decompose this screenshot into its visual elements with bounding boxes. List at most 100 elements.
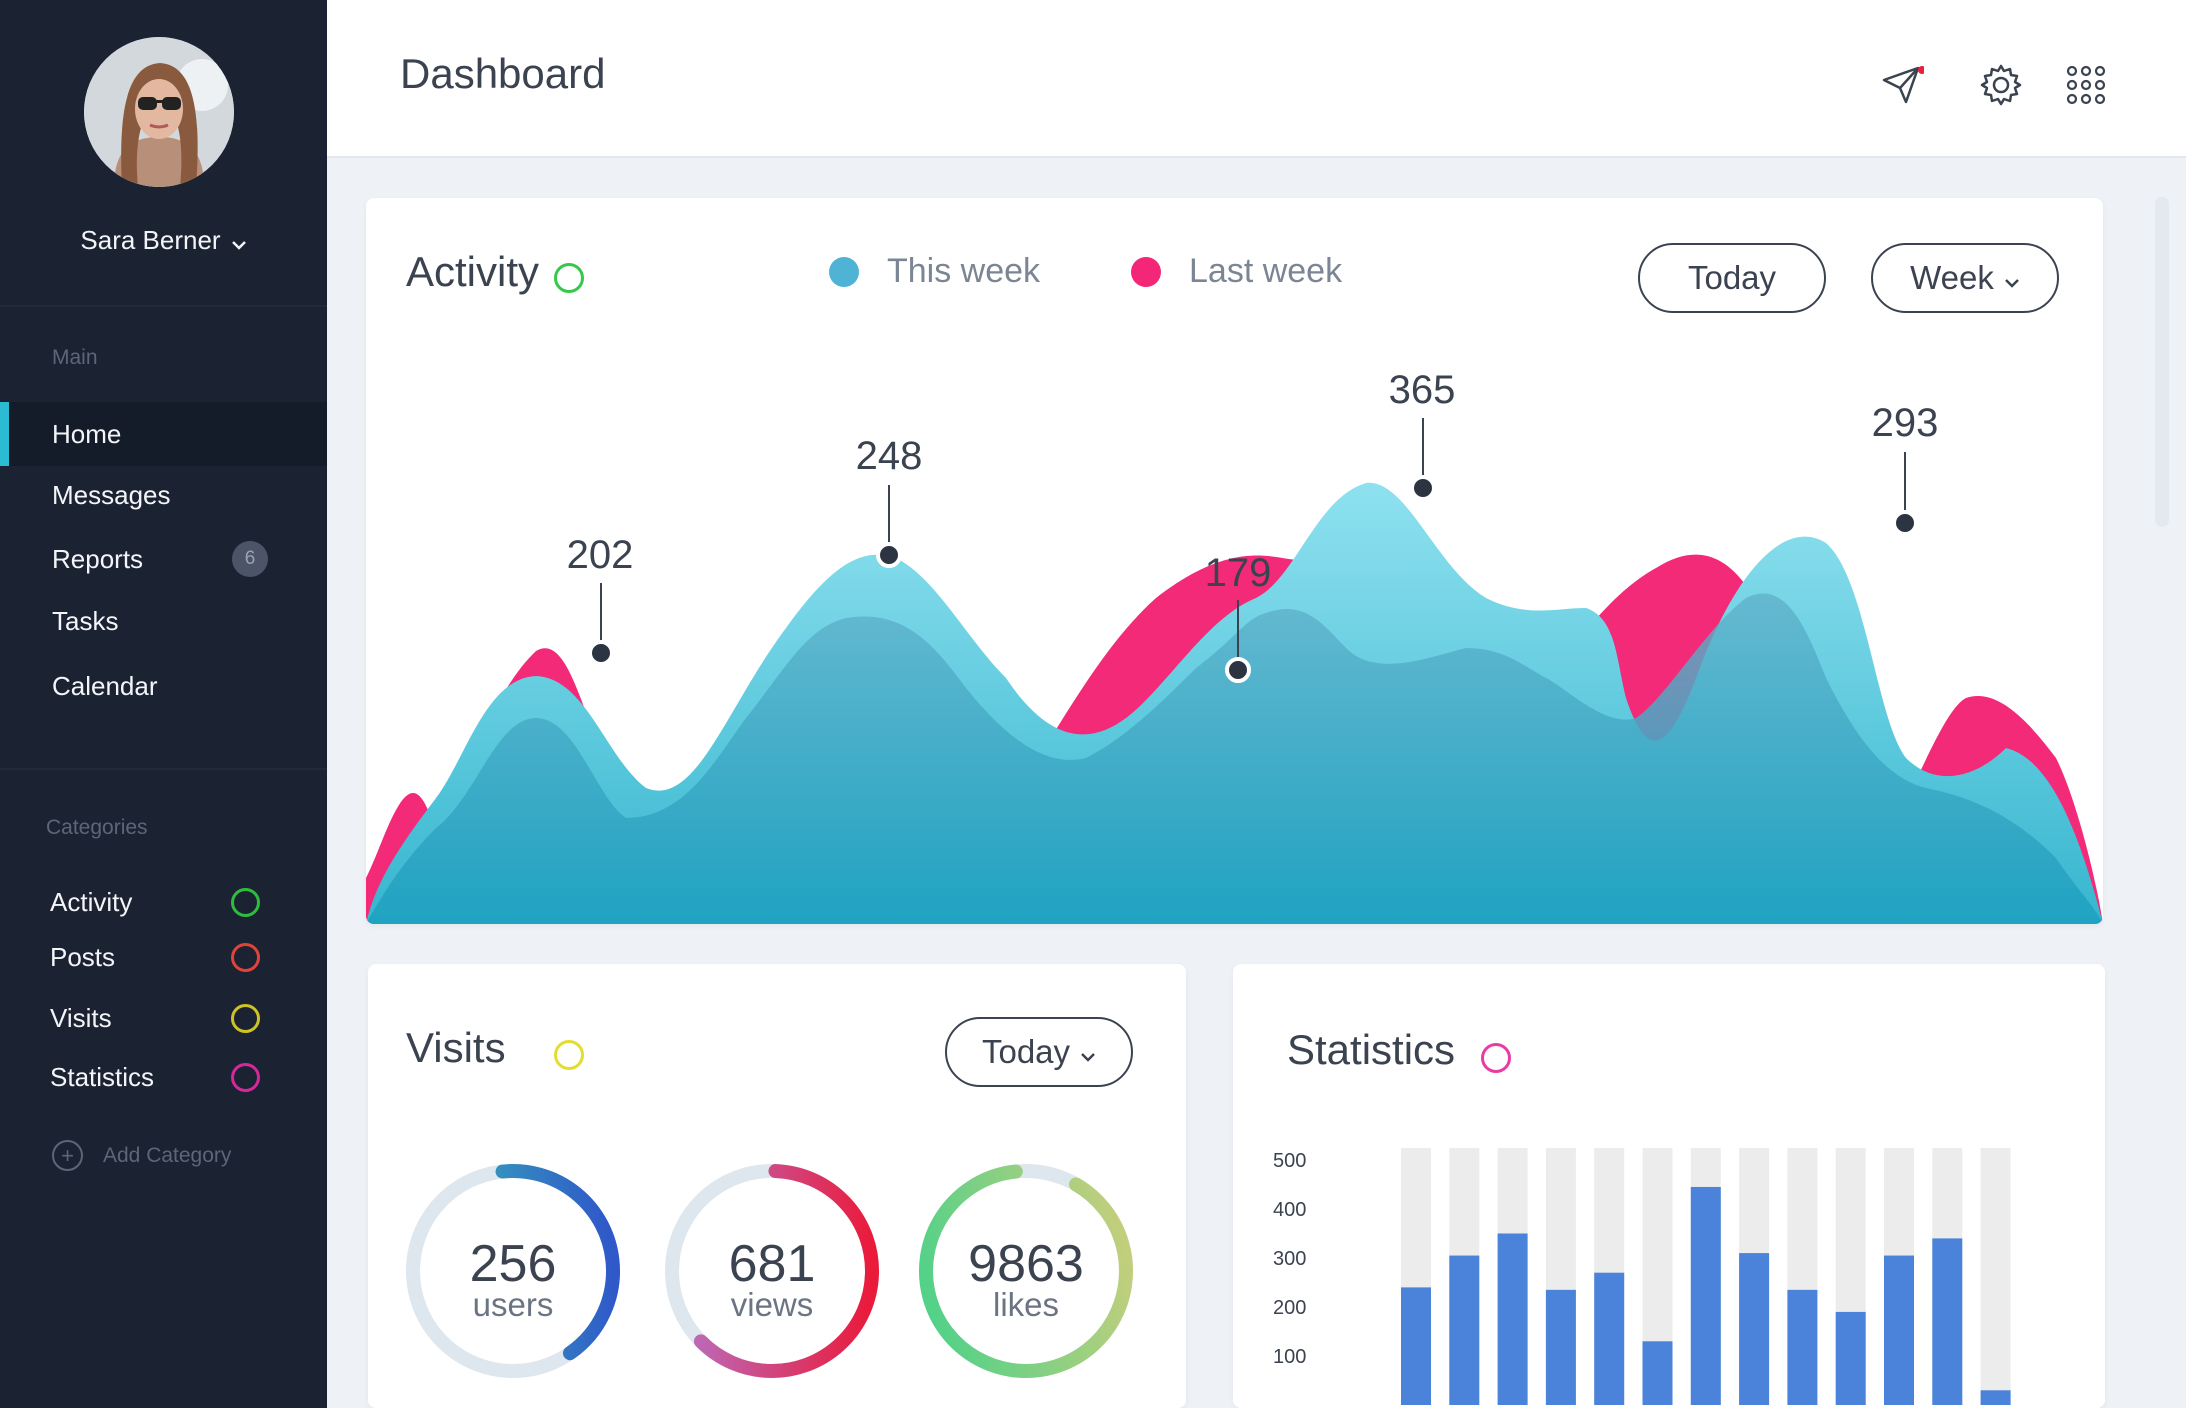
week-dropdown[interactable]: Week [1871,243,2059,313]
sidebar-item-tasks[interactable]: Tasks [0,589,327,653]
peak-dot [1225,657,1251,683]
donut-users: 256 users [406,1164,620,1378]
legend-dot-icon [829,256,859,287]
category-label: Visits [50,1002,112,1033]
bar[interactable] [1401,1287,1431,1405]
views-label: views [731,1286,814,1323]
bar[interactable] [1449,1255,1480,1405]
bar[interactable] [1642,1341,1673,1405]
bar[interactable] [1932,1238,1963,1405]
bar[interactable] [1497,1233,1528,1406]
reports-count-badge: 6 [232,541,268,577]
apps-grid-icon[interactable] [2061,60,2111,110]
likes-label: likes [993,1286,1059,1323]
sidebar-item-calendar[interactable]: Calendar [0,654,327,718]
legend-this-week[interactable]: This week [829,252,1040,291]
chevron-down-icon [2004,259,2020,297]
section-label-categories: Categories [46,816,148,839]
page-title: Dashboard [400,50,606,97]
category-posts[interactable]: Posts [0,929,327,985]
sidebar-item-label: Tasks [52,605,119,636]
chevron-down-icon [231,227,247,258]
bar[interactable] [1690,1186,1721,1405]
users-count: 256 [470,1235,557,1293]
avatar-image [84,37,234,187]
category-ring-icon [231,887,260,917]
last-week-series [366,554,2103,924]
user-name: Sara Berner [80,225,221,255]
category-activity[interactable]: Activity [0,874,327,930]
section-label-main: Main [52,346,98,369]
sidebar-item-reports[interactable]: Reports 6 [0,527,327,591]
bar[interactable] [1594,1272,1625,1405]
peak-dot [1410,475,1436,501]
bar[interactable] [1980,1390,2011,1405]
statistics-card: Statistics 500 400 300 200 100 [1233,964,2105,1408]
today-button-label: Today [1687,259,1777,296]
sidebar-item-label: Messages [52,479,171,510]
legend-dot-icon [1131,256,1161,287]
peak-markers [588,418,1918,683]
week-dropdown-label: Week [1910,259,1994,296]
sidebar-item-messages[interactable]: Messages [0,463,327,527]
bar[interactable] [1787,1289,1818,1405]
bar[interactable] [1545,1289,1576,1405]
peak-dot [588,640,614,666]
visits-card: Visits Today 256 users 681 views 9863 li… [368,964,1186,1408]
y-tick-label: 400 [1273,1199,1306,1221]
activity-area-chart: 202 248 179 365 293 [366,368,2103,924]
bar[interactable] [1835,1311,1866,1405]
sidebar-item-label: Home [52,418,122,449]
activity-title: Activity [406,248,540,295]
statistics-bar-chart: 500 400 300 200 100 [1273,1148,2011,1406]
sidebar: Sara Berner Main Home Messages Reports 6… [0,0,327,1408]
gear-icon[interactable] [1976,60,2026,110]
bar-track [1980,1148,2011,1405]
category-visits[interactable]: Visits [0,990,327,1046]
peak-label: 179 [1205,551,1272,595]
users-label: users [473,1286,554,1323]
y-tick-label: 300 [1273,1248,1306,1270]
category-ring-icon [231,942,260,972]
page-scrollbar[interactable] [2155,197,2169,527]
category-statistics[interactable]: Statistics [0,1049,327,1105]
category-ring-icon [231,1062,260,1092]
donut-views: 681 views [665,1164,879,1378]
bar[interactable] [1739,1253,1770,1405]
visits-donuts: 256 users 681 views 9863 likes [406,1164,1133,1378]
legend-label: Last week [1189,252,1343,290]
category-label: Activity [50,886,133,917]
category-label: Posts [50,941,116,972]
y-tick-label: 100 [1273,1346,1306,1368]
top-header: Dashboard [327,0,2186,158]
rocket-icon[interactable] [1876,60,1926,110]
likes-count: 9863 [968,1235,1084,1293]
y-tick-label: 500 [1273,1150,1306,1172]
avatar[interactable] [84,37,234,187]
plus-circle-icon: + [52,1140,83,1171]
peak-label: 365 [1389,368,1456,412]
peak-label: 248 [856,434,923,478]
donut-likes: 9863 likes [919,1164,1133,1378]
peak-label: 293 [1872,401,1939,445]
overlap-area [366,593,2103,924]
sidebar-item-label: Reports [52,543,144,574]
activity-ring-icon [554,263,584,293]
sidebar-divider [0,305,327,307]
today-button[interactable]: Today [1638,243,1826,313]
bar[interactable] [1884,1255,1914,1405]
peak-dot [876,542,902,568]
this-week-series [366,482,2103,924]
views-count: 681 [729,1235,816,1293]
legend-last-week[interactable]: Last week [1131,252,1342,291]
peak-dot [1892,510,1918,536]
add-category-button[interactable]: + Add Category [52,1140,231,1171]
legend-label: This week [887,252,1041,290]
sidebar-item-home[interactable]: Home [0,402,327,466]
category-label: Statistics [50,1061,155,1092]
sidebar-item-label: Calendar [52,670,158,701]
user-menu[interactable]: Sara Berner [0,225,327,258]
sidebar-divider [0,768,327,770]
activity-card: Activity This week Last week Today Week [366,198,2103,924]
y-tick-label: 200 [1273,1297,1306,1319]
